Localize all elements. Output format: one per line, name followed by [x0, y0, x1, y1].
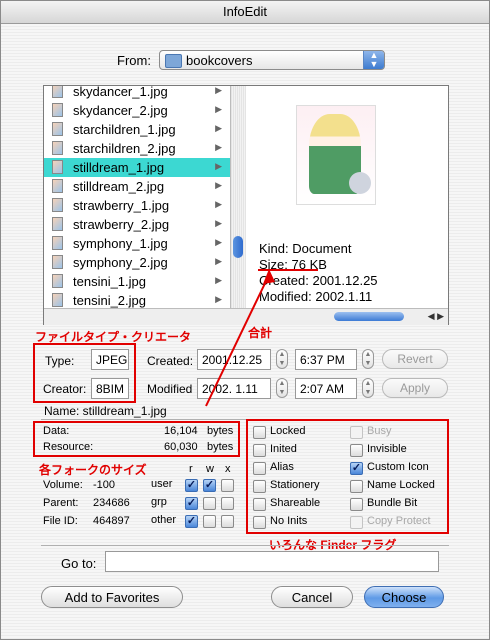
annotation-total: 合計: [248, 326, 273, 340]
choose-button[interactable]: Choose: [364, 586, 444, 608]
divider-bottom: [41, 545, 449, 546]
goto-field[interactable]: [105, 551, 439, 572]
infoedit-window: InfoEdit From: bookcovers ▲ ▼ skydancer_1…: [0, 0, 490, 640]
cancel-button[interactable]: Cancel: [271, 586, 353, 608]
goto-label: Go to:: [61, 556, 97, 571]
add-to-favorites-button[interactable]: Add to Favorites: [41, 586, 183, 608]
